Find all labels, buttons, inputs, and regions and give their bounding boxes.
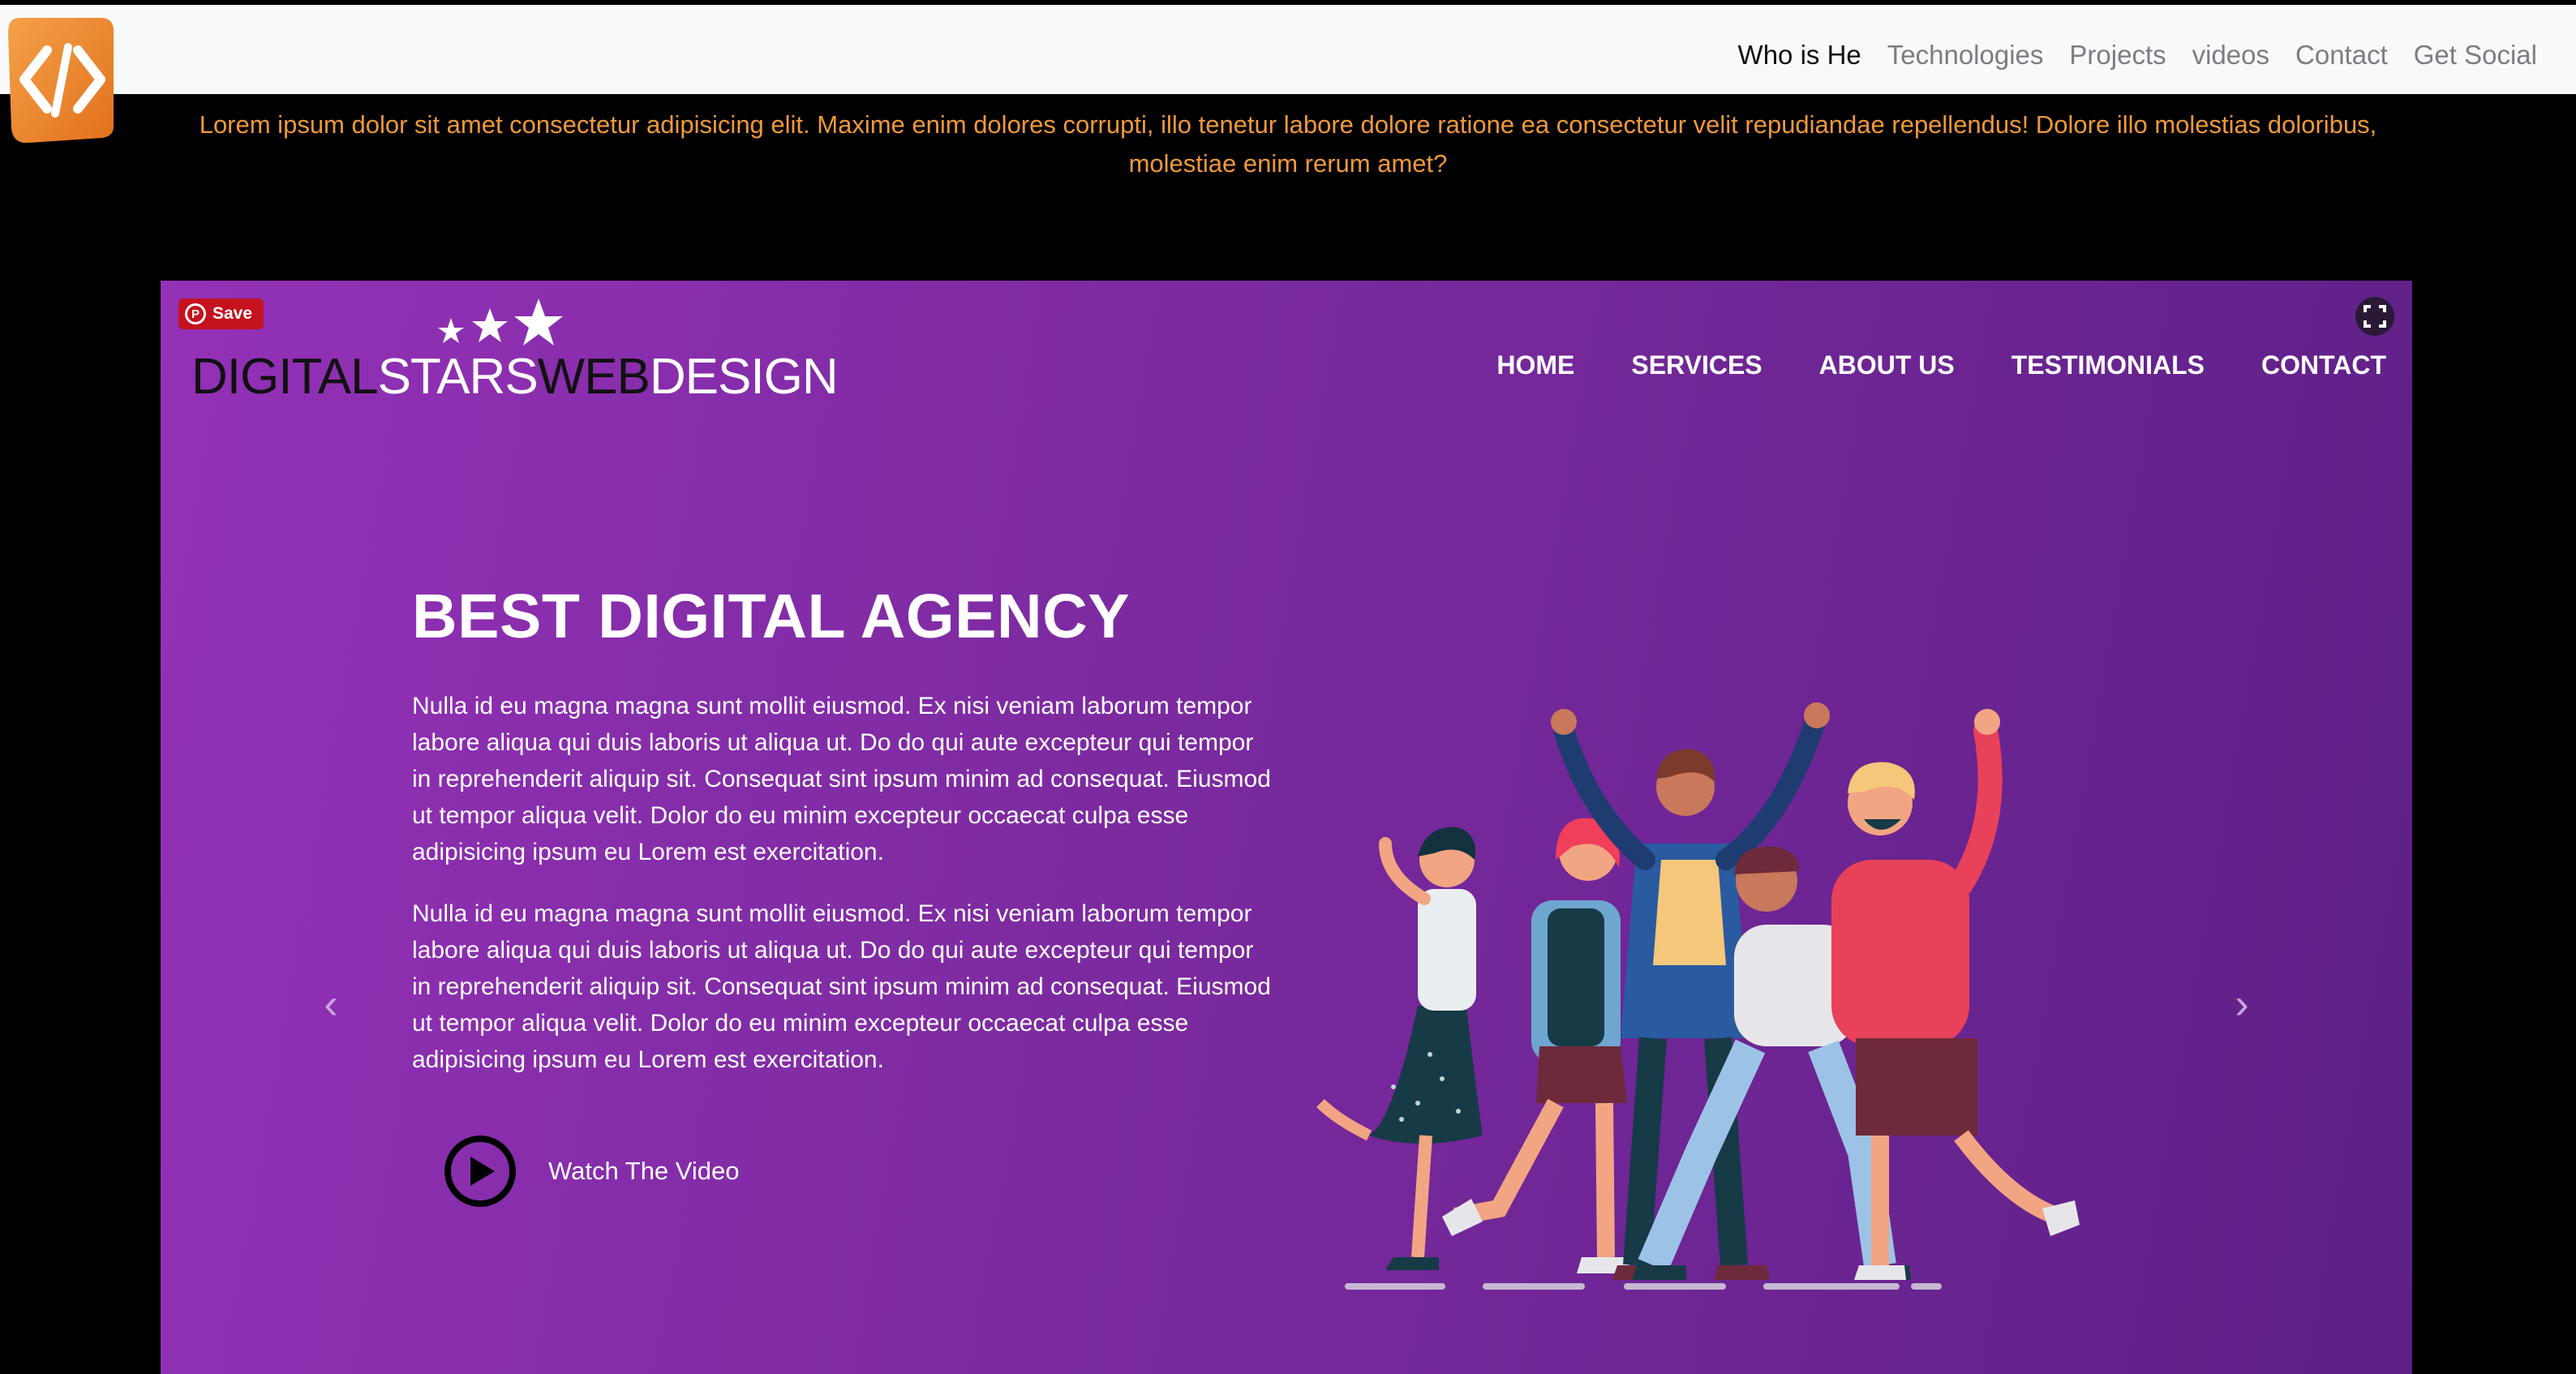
- hero-headline: BEST DIGITAL AGENCY: [412, 582, 1131, 651]
- brand-logo[interactable]: DIGITALSTARSWEBDESIGN: [191, 294, 839, 407]
- brand-word-stars: STARS: [377, 349, 539, 405]
- nav-link-get-social[interactable]: Get Social: [2414, 37, 2537, 73]
- watch-video-button[interactable]: Watch The Video: [444, 1136, 740, 1207]
- hero-nav-testimonials[interactable]: TESTIMONIALS: [2011, 350, 2205, 380]
- nav-link-videos[interactable]: videos: [2192, 37, 2269, 73]
- intro-text: Lorem ipsum dolor sit amet consectetur a…: [199, 110, 2377, 178]
- hero-paragraph-1: Nulla id eu magna magna sunt mollit eius…: [412, 693, 1271, 865]
- top-navbar: Who is He Technologies Projects videos C…: [0, 5, 2576, 94]
- hero-nav: HOME SERVICES ABOUT US TESTIMONIALS CONT…: [1496, 350, 2386, 380]
- nav-link-contact[interactable]: Contact: [2295, 37, 2388, 73]
- fullscreen-button[interactable]: [2355, 297, 2394, 336]
- watch-video-label: Watch The Video: [548, 1157, 740, 1185]
- brand-word-web: WEB: [537, 349, 650, 405]
- top-nav-links: Who is He Technologies Projects videos C…: [1738, 37, 2537, 73]
- hero-nav-about-us[interactable]: ABOUT US: [1819, 350, 1955, 380]
- chevron-left-icon[interactable]: ‹: [315, 980, 347, 1028]
- team-illustration: [1316, 702, 2080, 1290]
- hero-nav-services[interactable]: SERVICES: [1631, 350, 1762, 380]
- hero-paragraph-2: Nulla id eu magna magna sunt mollit eius…: [412, 900, 1271, 1073]
- hero-nav-contact[interactable]: CONTACT: [2261, 350, 2386, 380]
- hero-banner: P Save DIGITALSTARSWEBDESIGN HOME SERVIC…: [161, 281, 2412, 1374]
- brand-word-design: DESIGN: [649, 349, 839, 405]
- brand-word-digital: DIGITAL: [191, 349, 379, 405]
- nav-link-projects[interactable]: Projects: [2069, 37, 2166, 73]
- code-logo-icon: [8, 18, 114, 144]
- person-1: [1316, 827, 1483, 1270]
- nav-link-who-is-he[interactable]: Who is He: [1738, 37, 1861, 73]
- fullscreen-icon: [2363, 305, 2386, 328]
- brand-wordmark: DIGITALSTARSWEBDESIGN: [191, 349, 839, 406]
- play-icon: [444, 1136, 516, 1207]
- hero-nav-home[interactable]: HOME: [1496, 350, 1574, 380]
- nav-link-technologies[interactable]: Technologies: [1887, 37, 2044, 73]
- site-logo[interactable]: [5, 15, 118, 144]
